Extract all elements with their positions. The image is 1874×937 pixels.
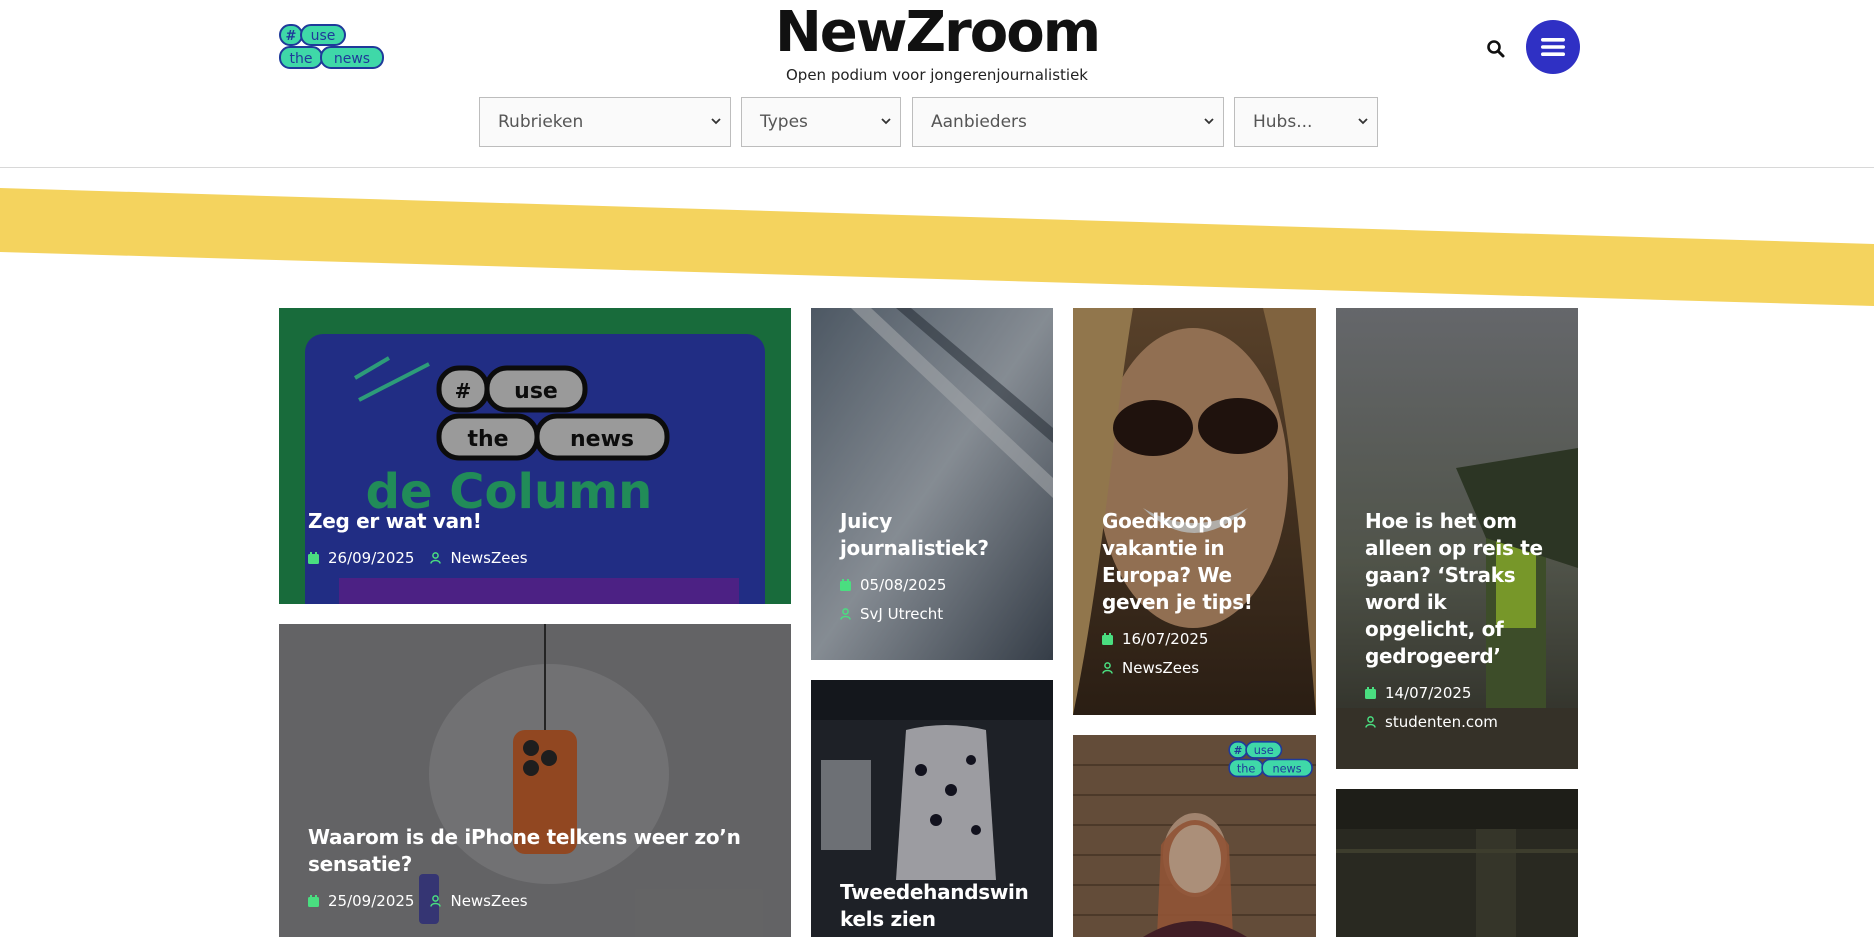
article-title[interactable]: Hoe is het om alleen op reis te gaan? ‘S… xyxy=(1365,508,1558,670)
filter-bar: Rubrieken Types Aanbieders Hubs... xyxy=(0,97,1874,147)
logo-word-news: news xyxy=(1273,762,1302,775)
article-date: 25/09/2025 xyxy=(308,892,414,910)
use-the-news-logo: # use the news xyxy=(1228,741,1313,778)
article-date-text: 26/09/2025 xyxy=(328,549,415,567)
article-card[interactable]: # use the news xyxy=(1073,735,1316,937)
article-content: Juicy journalistiek? 05/08/2025 SvJ Utre… xyxy=(840,508,1033,623)
article-meta: 26/09/2025 NewsZees xyxy=(308,549,771,567)
article-author-text[interactable]: SvJ Utrecht xyxy=(860,605,943,623)
article-date-text: 14/07/2025 xyxy=(1385,684,1472,702)
decorative-stripe xyxy=(0,188,1874,306)
article-author-text[interactable]: NewsZees xyxy=(450,892,527,910)
filter-rubrieken[interactable]: Rubrieken xyxy=(479,97,731,147)
filter-rubrieken-label: Rubrieken xyxy=(498,112,584,132)
image-overlay xyxy=(1336,789,1578,937)
user-icon xyxy=(430,552,442,564)
filter-hubs[interactable]: Hubs... xyxy=(1234,97,1378,147)
hamburger-icon xyxy=(1541,38,1565,56)
chevron-down-icon xyxy=(881,118,891,125)
logo-word-the: the xyxy=(1237,762,1256,775)
chevron-down-icon xyxy=(1204,118,1214,125)
chevron-down-icon xyxy=(1358,118,1368,125)
article-date: 16/07/2025 xyxy=(1102,630,1296,648)
site-tagline: Open podium voor jongerenjournalistiek xyxy=(785,66,1088,84)
user-icon xyxy=(430,895,442,907)
article-card[interactable]: Waarom is de iPhone telkens weer zo’n se… xyxy=(279,624,791,937)
article-author: NewsZees xyxy=(430,549,528,567)
article-date: 14/07/2025 xyxy=(1365,684,1558,702)
article-content: Hoe is het om alleen op reis te gaan? ‘S… xyxy=(1365,508,1558,731)
logo-word-use: use xyxy=(1254,744,1274,757)
article-card[interactable]: Hoe is het om alleen op reis te gaan? ‘S… xyxy=(1336,308,1578,769)
article-card[interactable]: Tweedehandswinkels zien xyxy=(811,680,1053,937)
article-date-text: 05/08/2025 xyxy=(860,576,947,594)
article-content: Tweedehandswinkels zien xyxy=(840,879,1033,933)
calendar-icon xyxy=(840,579,851,591)
article-content: Goedkoop op vakantie in Europa? We geven… xyxy=(1102,508,1296,677)
user-icon xyxy=(840,608,851,620)
calendar-icon xyxy=(1365,687,1376,699)
article-author-text[interactable]: NewsZees xyxy=(450,549,527,567)
menu-button[interactable] xyxy=(1526,20,1580,74)
article-meta: 25/09/2025 NewsZees xyxy=(308,892,771,910)
article-author: SvJ Utrecht xyxy=(840,605,1033,623)
logo-hash: # xyxy=(1234,745,1243,757)
site-header: # use the news NewZroom Open podium voor… xyxy=(0,0,1874,168)
calendar-icon xyxy=(308,552,319,564)
article-card[interactable]: de Column # use the news Zeg er wat van! 26/… xyxy=(279,308,791,604)
article-card[interactable]: Juicy journalistiek? 05/08/2025 SvJ Utre… xyxy=(811,308,1053,660)
article-date-text: 25/09/2025 xyxy=(328,892,415,910)
article-content: Zeg er wat van! 26/09/2025 NewsZees xyxy=(308,508,771,567)
article-content: Waarom is de iPhone telkens weer zo’n se… xyxy=(308,824,771,910)
filter-aanbieders-label: Aanbieders xyxy=(931,112,1027,132)
filter-types[interactable]: Types xyxy=(741,97,901,147)
filter-types-label: Types xyxy=(760,112,808,132)
article-card[interactable]: Goedkoop op vakantie in Europa? We geven… xyxy=(1073,308,1316,715)
filter-hubs-label: Hubs... xyxy=(1253,112,1313,132)
article-author-text[interactable]: studenten.com xyxy=(1385,713,1498,731)
user-icon xyxy=(1102,662,1113,674)
article-card[interactable] xyxy=(1336,789,1578,937)
article-date: 26/09/2025 xyxy=(308,549,414,567)
chevron-down-icon xyxy=(711,118,721,125)
article-author: NewsZees xyxy=(1102,659,1296,677)
article-title[interactable]: Waarom is de iPhone telkens weer zo’n se… xyxy=(308,824,771,878)
article-title[interactable]: Goedkoop op vakantie in Europa? We geven… xyxy=(1102,508,1296,616)
site-title[interactable]: NewZroom xyxy=(0,2,1874,64)
article-author: studenten.com xyxy=(1365,713,1558,731)
calendar-icon xyxy=(1102,633,1113,645)
calendar-icon xyxy=(308,895,319,907)
article-title[interactable]: Zeg er wat van! xyxy=(308,508,771,535)
article-author-text[interactable]: NewsZees xyxy=(1122,659,1199,677)
search-icon[interactable] xyxy=(1485,38,1507,60)
article-title[interactable]: Juicy journalistiek? xyxy=(840,508,1033,562)
article-author: NewsZees xyxy=(430,892,528,910)
article-date-text: 16/07/2025 xyxy=(1122,630,1209,648)
filter-aanbieders[interactable]: Aanbieders xyxy=(912,97,1224,147)
article-date: 05/08/2025 xyxy=(840,576,1033,594)
user-icon xyxy=(1365,716,1376,728)
article-title[interactable]: Tweedehandswinkels zien xyxy=(840,879,1033,933)
